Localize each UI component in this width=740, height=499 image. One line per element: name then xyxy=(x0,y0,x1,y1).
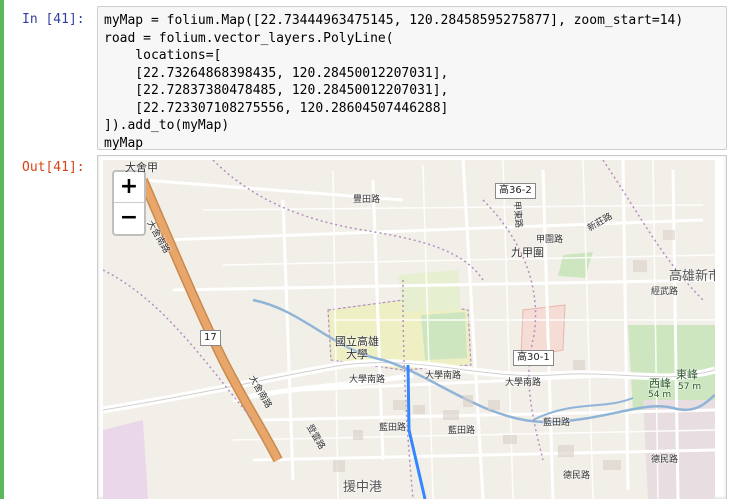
code-line: myMap = folium.Map([22.73444963475145, 1… xyxy=(104,13,684,28)
map-label: 援中港 xyxy=(343,480,383,495)
map-label: 57 m xyxy=(678,382,702,392)
code-line: road = folium.vector_layers.PolyLine( xyxy=(104,30,394,46)
cell-selected-indicator xyxy=(0,0,4,499)
map-label: 東峰 xyxy=(676,368,698,381)
route-shield: 高36-2 xyxy=(495,183,536,199)
map-label: 國立高雄 大學 xyxy=(335,335,379,361)
map-label: 豐田路 xyxy=(353,195,381,205)
code-line: locations=[ xyxy=(104,48,222,63)
code-cell[interactable]: myMap = folium.Map([22.73444963475145, 1… xyxy=(97,6,727,151)
code-line: myMap xyxy=(104,135,144,151)
map-label: 大學南路 xyxy=(505,378,542,388)
map-label: 大舍甲 xyxy=(125,161,158,174)
map-label: 藍田路 xyxy=(379,423,407,433)
code-line: ]).add_to(myMap) xyxy=(104,118,230,133)
map-label: 甲圍路 xyxy=(536,235,564,245)
map-label: 大學南路 xyxy=(425,371,462,381)
map-label: 甲東路 xyxy=(510,200,524,229)
route-shield: 17 xyxy=(200,330,221,346)
map-label: 德民路 xyxy=(563,471,591,481)
code-line: [22.73264868398435, 120.28450012207031], xyxy=(104,65,449,81)
map-label: 德民路 xyxy=(651,455,679,465)
zoom-control: + − xyxy=(112,170,146,236)
route-shield: 高30-1 xyxy=(513,350,554,366)
map-label: 54 m xyxy=(648,390,672,400)
zoom-in-button[interactable]: + xyxy=(114,172,144,203)
input-prompt: In [41]: xyxy=(22,12,85,27)
zoom-out-button[interactable]: − xyxy=(114,203,144,233)
leaflet-map[interactable]: + − 大舍甲 豐田路 高36-2 九甲圍 甲圍路 新莊路 甲東路 高雄新市 經… xyxy=(103,160,715,499)
code-line: [22.72837380478485, 120.28450012207031], xyxy=(104,83,449,98)
map-label: 經武路 xyxy=(651,287,679,297)
code-line: [22.723307108275556, 120.28604507446288] xyxy=(104,100,449,116)
map-label: 大學南路 xyxy=(349,375,386,385)
map-label: 藍田路 xyxy=(448,426,476,436)
map-label: 西峰 xyxy=(649,377,671,390)
map-label: 藍田路 xyxy=(543,418,571,428)
map-label: 九甲圍 xyxy=(511,246,544,259)
map-tiles xyxy=(103,160,715,499)
output-prompt: Out[41]: xyxy=(22,160,85,175)
map-label: 高雄新市 xyxy=(669,269,715,284)
